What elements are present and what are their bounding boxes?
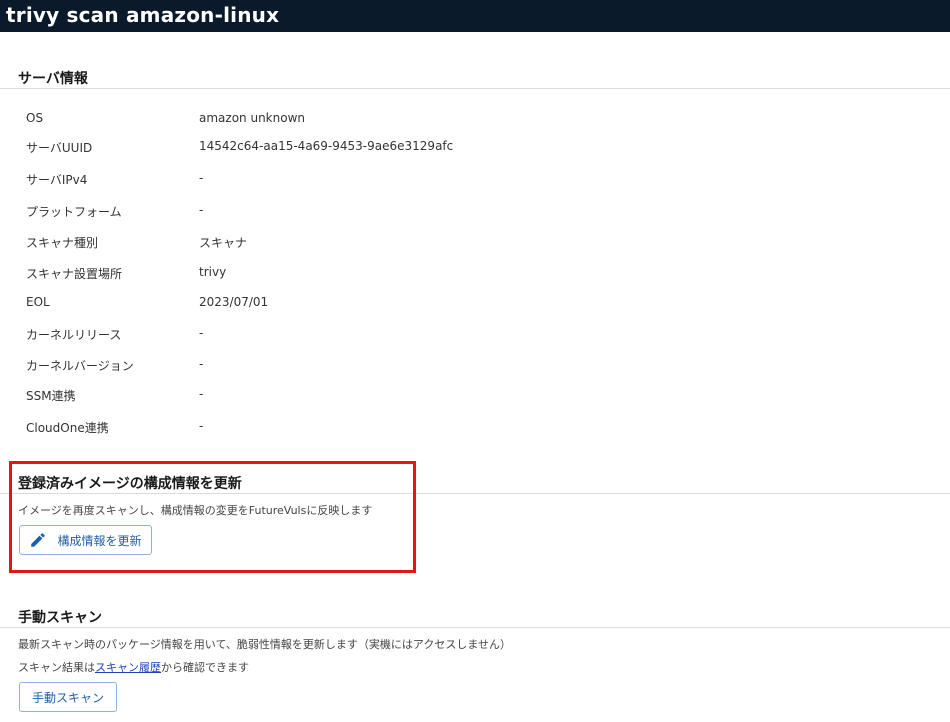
- info-label: カーネルバージョン: [26, 359, 134, 373]
- info-label: EOL: [26, 295, 50, 309]
- info-label: サーバIPv4: [26, 173, 88, 187]
- info-row-server-ipv4: サーバIPv4 -: [0, 171, 950, 193]
- manual-scan-description: 最新スキャン時のパッケージ情報を用いて、脆弱性情報を更新します（実機にはアクセス…: [18, 638, 512, 651]
- info-row-kernel-version: カーネルバージョン -: [0, 357, 950, 379]
- info-value: スキャナ: [199, 236, 248, 250]
- info-value: 2023/07/01: [199, 295, 269, 309]
- page-header: trivy scan amazon-linux: [0, 0, 950, 32]
- page-title: trivy scan amazon-linux: [6, 3, 280, 27]
- info-label: プラットフォーム: [26, 205, 122, 219]
- info-row-server-uuid: サーバUUID 14542c64-aa15-4a69-9453-9ae6e312…: [0, 139, 950, 161]
- info-label: OS: [26, 111, 44, 125]
- info-label: サーバUUID: [26, 141, 93, 155]
- info-value: amazon unknown: [199, 111, 305, 125]
- divider: [0, 627, 950, 628]
- info-row-kernel-release: カーネルリリース -: [0, 326, 950, 348]
- info-value: -: [199, 326, 204, 340]
- info-label: スキャナ設置場所: [26, 267, 123, 281]
- info-value: -: [199, 357, 204, 371]
- info-row-ssm: SSM連携 -: [0, 387, 950, 409]
- info-value: -: [199, 203, 204, 217]
- info-value: -: [199, 171, 204, 185]
- divider: [0, 88, 950, 89]
- info-row-eol: EOL 2023/07/01: [0, 295, 950, 317]
- manual-scan-button-label: 手動スキャン: [31, 690, 104, 705]
- info-label: CloudOne連携: [26, 421, 109, 435]
- scan-history-link[interactable]: スキャン履歴: [95, 661, 161, 674]
- info-label: スキャナ種別: [26, 236, 99, 250]
- highlight-annotation-box: [9, 461, 416, 573]
- scan-history-suffix: から確認できます: [161, 661, 249, 674]
- manual-scan-heading: 手動スキャン: [18, 610, 102, 626]
- scan-history-note: スキャン結果はスキャン履歴から確認できます: [18, 659, 249, 675]
- info-value: 14542c64-aa15-4a69-9453-9ae6e3129afc: [199, 139, 454, 153]
- info-row-scanner-location: スキャナ設置場所 trivy: [0, 265, 950, 287]
- info-value: -: [199, 419, 204, 433]
- info-value: -: [199, 387, 204, 401]
- manual-scan-button[interactable]: 手動スキャン: [19, 682, 117, 712]
- info-label: カーネルリリース: [26, 328, 122, 342]
- info-row-os: OS amazon unknown: [0, 111, 950, 133]
- server-info-heading: サーバ情報: [18, 71, 88, 87]
- info-row-scanner-type: スキャナ種別 スキャナ: [0, 234, 950, 256]
- info-row-platform: プラットフォーム -: [0, 203, 950, 225]
- info-label: SSM連携: [26, 389, 76, 403]
- info-row-cloudone: CloudOne連携 -: [0, 419, 950, 441]
- scan-history-prefix: スキャン結果は: [18, 661, 95, 674]
- info-value: trivy: [199, 265, 227, 279]
